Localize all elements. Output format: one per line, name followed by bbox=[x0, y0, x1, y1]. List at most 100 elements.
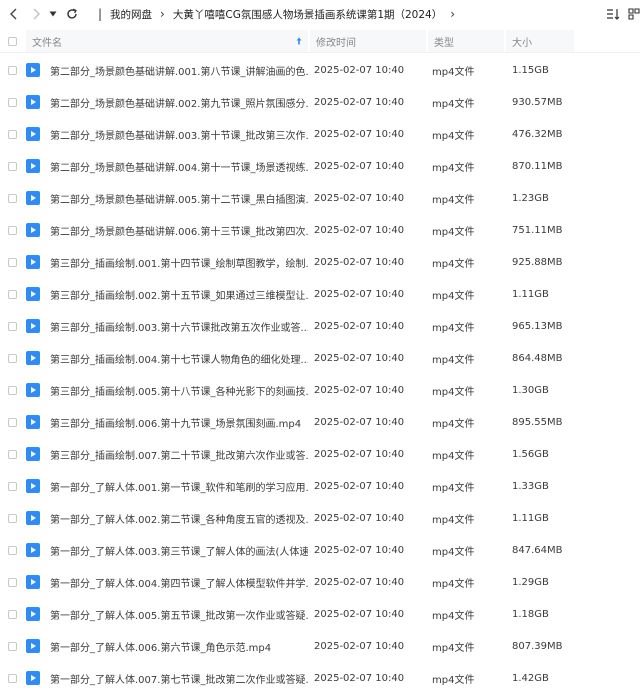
file-name[interactable]: 第三部分_插画绘制.004.第十七节课人物角色的细化处理... bbox=[46, 351, 308, 366]
row-checkbox[interactable] bbox=[7, 289, 17, 299]
row-check-cell bbox=[0, 289, 24, 299]
file-type: mp4文件 bbox=[432, 66, 475, 78]
row-checkbox[interactable] bbox=[7, 609, 17, 619]
column-header-type-label: 类型 bbox=[434, 37, 454, 49]
file-icon-cell bbox=[26, 95, 46, 109]
video-file-icon bbox=[26, 159, 40, 173]
row-checkbox[interactable] bbox=[7, 481, 17, 491]
back-button[interactable] bbox=[4, 4, 24, 24]
file-row[interactable]: 第二部分_场景颜色基础讲解.006.第十三节课_批改第四次... 2025-02-… bbox=[0, 214, 640, 246]
file-name[interactable]: 第一部分_了解人体.007.第七节课_批改第二次作业或答疑... bbox=[46, 671, 308, 686]
row-check-cell bbox=[0, 417, 24, 427]
row-checkbox[interactable] bbox=[7, 129, 17, 139]
forward-button[interactable] bbox=[26, 4, 46, 24]
file-row[interactable]: 第二部分_场景颜色基础讲解.001.第八节课_讲解油画的色... 2025-02-… bbox=[0, 54, 640, 86]
file-row[interactable]: 第二部分_场景颜色基础讲解.004.第十一节课_场景透视练... 2025-02-… bbox=[0, 150, 640, 182]
file-size: 1.18GB bbox=[512, 608, 549, 620]
column-header-time[interactable]: 修改时间 bbox=[310, 30, 426, 52]
file-size: 1.23GB bbox=[512, 192, 549, 204]
file-row[interactable]: 第三部分_插画绘制.002.第十五节课_如果通过三维模型让... 2025-02-… bbox=[0, 278, 640, 310]
file-modified-time: 2025-02-07 10:40 bbox=[314, 224, 405, 236]
file-name[interactable]: 第三部分_插画绘制.001.第十四节课_绘制草图教学，绘制... bbox=[46, 255, 308, 270]
file-icon-cell bbox=[26, 671, 46, 685]
row-checkbox[interactable] bbox=[7, 161, 17, 171]
file-name[interactable]: 第一部分_了解人体.005.第五节课_批改第一次作业或答疑... bbox=[46, 607, 308, 622]
file-modified-time: 2025-02-07 10:40 bbox=[314, 160, 405, 172]
sort-icon[interactable] bbox=[606, 8, 620, 20]
file-name[interactable]: 第二部分_场景颜色基础讲解.005.第十二节课_黑白插图演... bbox=[46, 191, 308, 206]
file-row[interactable]: 第二部分_场景颜色基础讲解.003.第十节课_批改第三次作... 2025-02-… bbox=[0, 118, 640, 150]
column-header-name[interactable]: 文件名 bbox=[26, 30, 308, 52]
file-row[interactable]: 第一部分_了解人体.002.第二节课_各种角度五官的透视及... 2025-02-… bbox=[0, 502, 640, 534]
row-checkbox[interactable] bbox=[7, 385, 17, 395]
file-icon-cell bbox=[26, 255, 46, 269]
row-checkbox[interactable] bbox=[7, 545, 17, 555]
file-name[interactable]: 第二部分_场景颜色基础讲解.001.第八节课_讲解油画的色... bbox=[46, 63, 308, 78]
file-type: mp4文件 bbox=[432, 546, 475, 558]
file-type: mp4文件 bbox=[432, 162, 475, 174]
file-modified-time: 2025-02-07 10:40 bbox=[314, 544, 405, 556]
row-checkbox[interactable] bbox=[7, 97, 17, 107]
file-row[interactable]: 第二部分_场景颜色基础讲解.005.第十二节课_黑白插图演... 2025-02-… bbox=[0, 182, 640, 214]
file-row[interactable]: 第三部分_插画绘制.007.第二十节课_批改第六次作业或答... 2025-02-… bbox=[0, 438, 640, 470]
breadcrumb-expand-icon[interactable]: › bbox=[450, 7, 455, 21]
select-all-checkbox[interactable] bbox=[7, 36, 17, 46]
file-row[interactable]: 第一部分_了解人体.007.第七节课_批改第二次作业或答疑... 2025-02-… bbox=[0, 662, 640, 694]
file-type: mp4文件 bbox=[432, 290, 475, 302]
file-type: mp4文件 bbox=[432, 194, 475, 206]
file-row[interactable]: 第一部分_了解人体.004.第四节课_了解人体模型软件并学... 2025-02-… bbox=[0, 566, 640, 598]
file-name[interactable]: 第三部分_插画绘制.007.第二十节课_批改第六次作业或答... bbox=[46, 447, 308, 462]
file-row[interactable]: 第一部分_了解人体.005.第五节课_批改第一次作业或答疑... 2025-02-… bbox=[0, 598, 640, 630]
breadcrumb-current-folder[interactable]: 大黄丫嘻嘻CG氛围感人物场景插画系统课第1期（2024） bbox=[173, 7, 442, 22]
file-name[interactable]: 第二部分_场景颜色基础讲解.006.第十三节课_批改第四次... bbox=[46, 223, 308, 238]
file-row[interactable]: 第二部分_场景颜色基础讲解.002.第九节课_照片氛围感分... 2025-02-… bbox=[0, 86, 640, 118]
file-name[interactable]: 第一部分_了解人体.003.第三节课_了解人体的画法(人体速... bbox=[46, 543, 308, 558]
row-checkbox[interactable] bbox=[7, 417, 17, 427]
file-name[interactable]: 第二部分_场景颜色基础讲解.004.第十一节课_场景透视练... bbox=[46, 159, 308, 174]
row-checkbox[interactable] bbox=[7, 449, 17, 459]
row-checkbox[interactable] bbox=[7, 577, 17, 587]
file-modified-time: 2025-02-07 10:40 bbox=[314, 192, 405, 204]
file-row[interactable]: 第一部分_了解人体.003.第三节课_了解人体的画法(人体速... 2025-02… bbox=[0, 534, 640, 566]
row-checkbox[interactable] bbox=[7, 193, 17, 203]
file-name[interactable]: 第三部分_插画绘制.006.第十九节课_场景氛围刻画.mp4 bbox=[46, 415, 308, 430]
file-row[interactable]: 第三部分_插画绘制.005.第十八节课_各种光影下的刻画技... 2025-02-… bbox=[0, 374, 640, 406]
file-type: mp4文件 bbox=[432, 322, 475, 334]
row-checkbox[interactable] bbox=[7, 673, 17, 683]
file-name[interactable]: 第一部分_了解人体.002.第二节课_各种角度五官的透视及... bbox=[46, 511, 308, 526]
row-checkbox[interactable] bbox=[7, 513, 17, 523]
file-row[interactable]: 第一部分_了解人体.006.第六节课_角色示范.mp4 2025-02-07 10… bbox=[0, 630, 640, 662]
row-check-cell bbox=[0, 193, 24, 203]
column-header-type[interactable]: 类型 bbox=[428, 30, 504, 52]
file-row[interactable]: 第三部分_插画绘制.004.第十七节课人物角色的细化处理... 2025-02-0… bbox=[0, 342, 640, 374]
row-checkbox[interactable] bbox=[7, 353, 17, 363]
file-name[interactable]: 第一部分_了解人体.006.第六节课_角色示范.mp4 bbox=[46, 639, 308, 654]
row-checkbox[interactable] bbox=[7, 641, 17, 651]
video-file-icon bbox=[26, 479, 40, 493]
file-name[interactable]: 第三部分_插画绘制.005.第十八节课_各种光影下的刻画技... bbox=[46, 383, 308, 398]
toolbar: | 我的网盘 › 大黄丫嘻嘻CG氛围感人物场景插画系统课第1期（2024） › bbox=[0, 0, 640, 28]
row-check-cell bbox=[0, 641, 24, 651]
row-checkbox[interactable] bbox=[7, 225, 17, 235]
file-row[interactable]: 第三部分_插画绘制.003.第十六节课批改第五次作业或答... 2025-02-0… bbox=[0, 310, 640, 342]
row-checkbox[interactable] bbox=[7, 321, 17, 331]
file-name[interactable]: 第三部分_插画绘制.002.第十五节课_如果通过三维模型让... bbox=[46, 287, 308, 302]
file-name[interactable]: 第一部分_了解人体.001.第一节课_软件和笔刷的学习应用... bbox=[46, 479, 308, 494]
refresh-button[interactable] bbox=[62, 4, 82, 24]
file-name[interactable]: 第二部分_场景颜色基础讲解.003.第十节课_批改第三次作... bbox=[46, 127, 308, 142]
row-checkbox[interactable] bbox=[7, 257, 17, 267]
grid-view-icon[interactable] bbox=[628, 8, 640, 20]
file-row[interactable]: 第三部分_插画绘制.001.第十四节课_绘制草图教学，绘制... 2025-02-… bbox=[0, 246, 640, 278]
file-name[interactable]: 第二部分_场景颜色基础讲解.002.第九节课_照片氛围感分... bbox=[46, 95, 308, 110]
file-icon-cell bbox=[26, 639, 46, 653]
row-checkbox[interactable] bbox=[7, 65, 17, 75]
file-row[interactable]: 第三部分_插画绘制.006.第十九节课_场景氛围刻画.mp4 2025-02-07… bbox=[0, 406, 640, 438]
file-name[interactable]: 第三部分_插画绘制.003.第十六节课批改第五次作业或答... bbox=[46, 319, 308, 334]
file-row[interactable]: 第一部分_了解人体.001.第一节课_软件和笔刷的学习应用... 2025-02-… bbox=[0, 470, 640, 502]
history-dropdown-button[interactable] bbox=[46, 4, 60, 24]
breadcrumb-root[interactable]: 我的网盘 bbox=[110, 7, 152, 22]
file-name[interactable]: 第一部分_了解人体.004.第四节课_了解人体模型软件并学... bbox=[46, 575, 308, 590]
file-type: mp4文件 bbox=[432, 386, 475, 398]
row-check-cell bbox=[0, 481, 24, 491]
column-header-size[interactable]: 大小 bbox=[506, 30, 574, 52]
